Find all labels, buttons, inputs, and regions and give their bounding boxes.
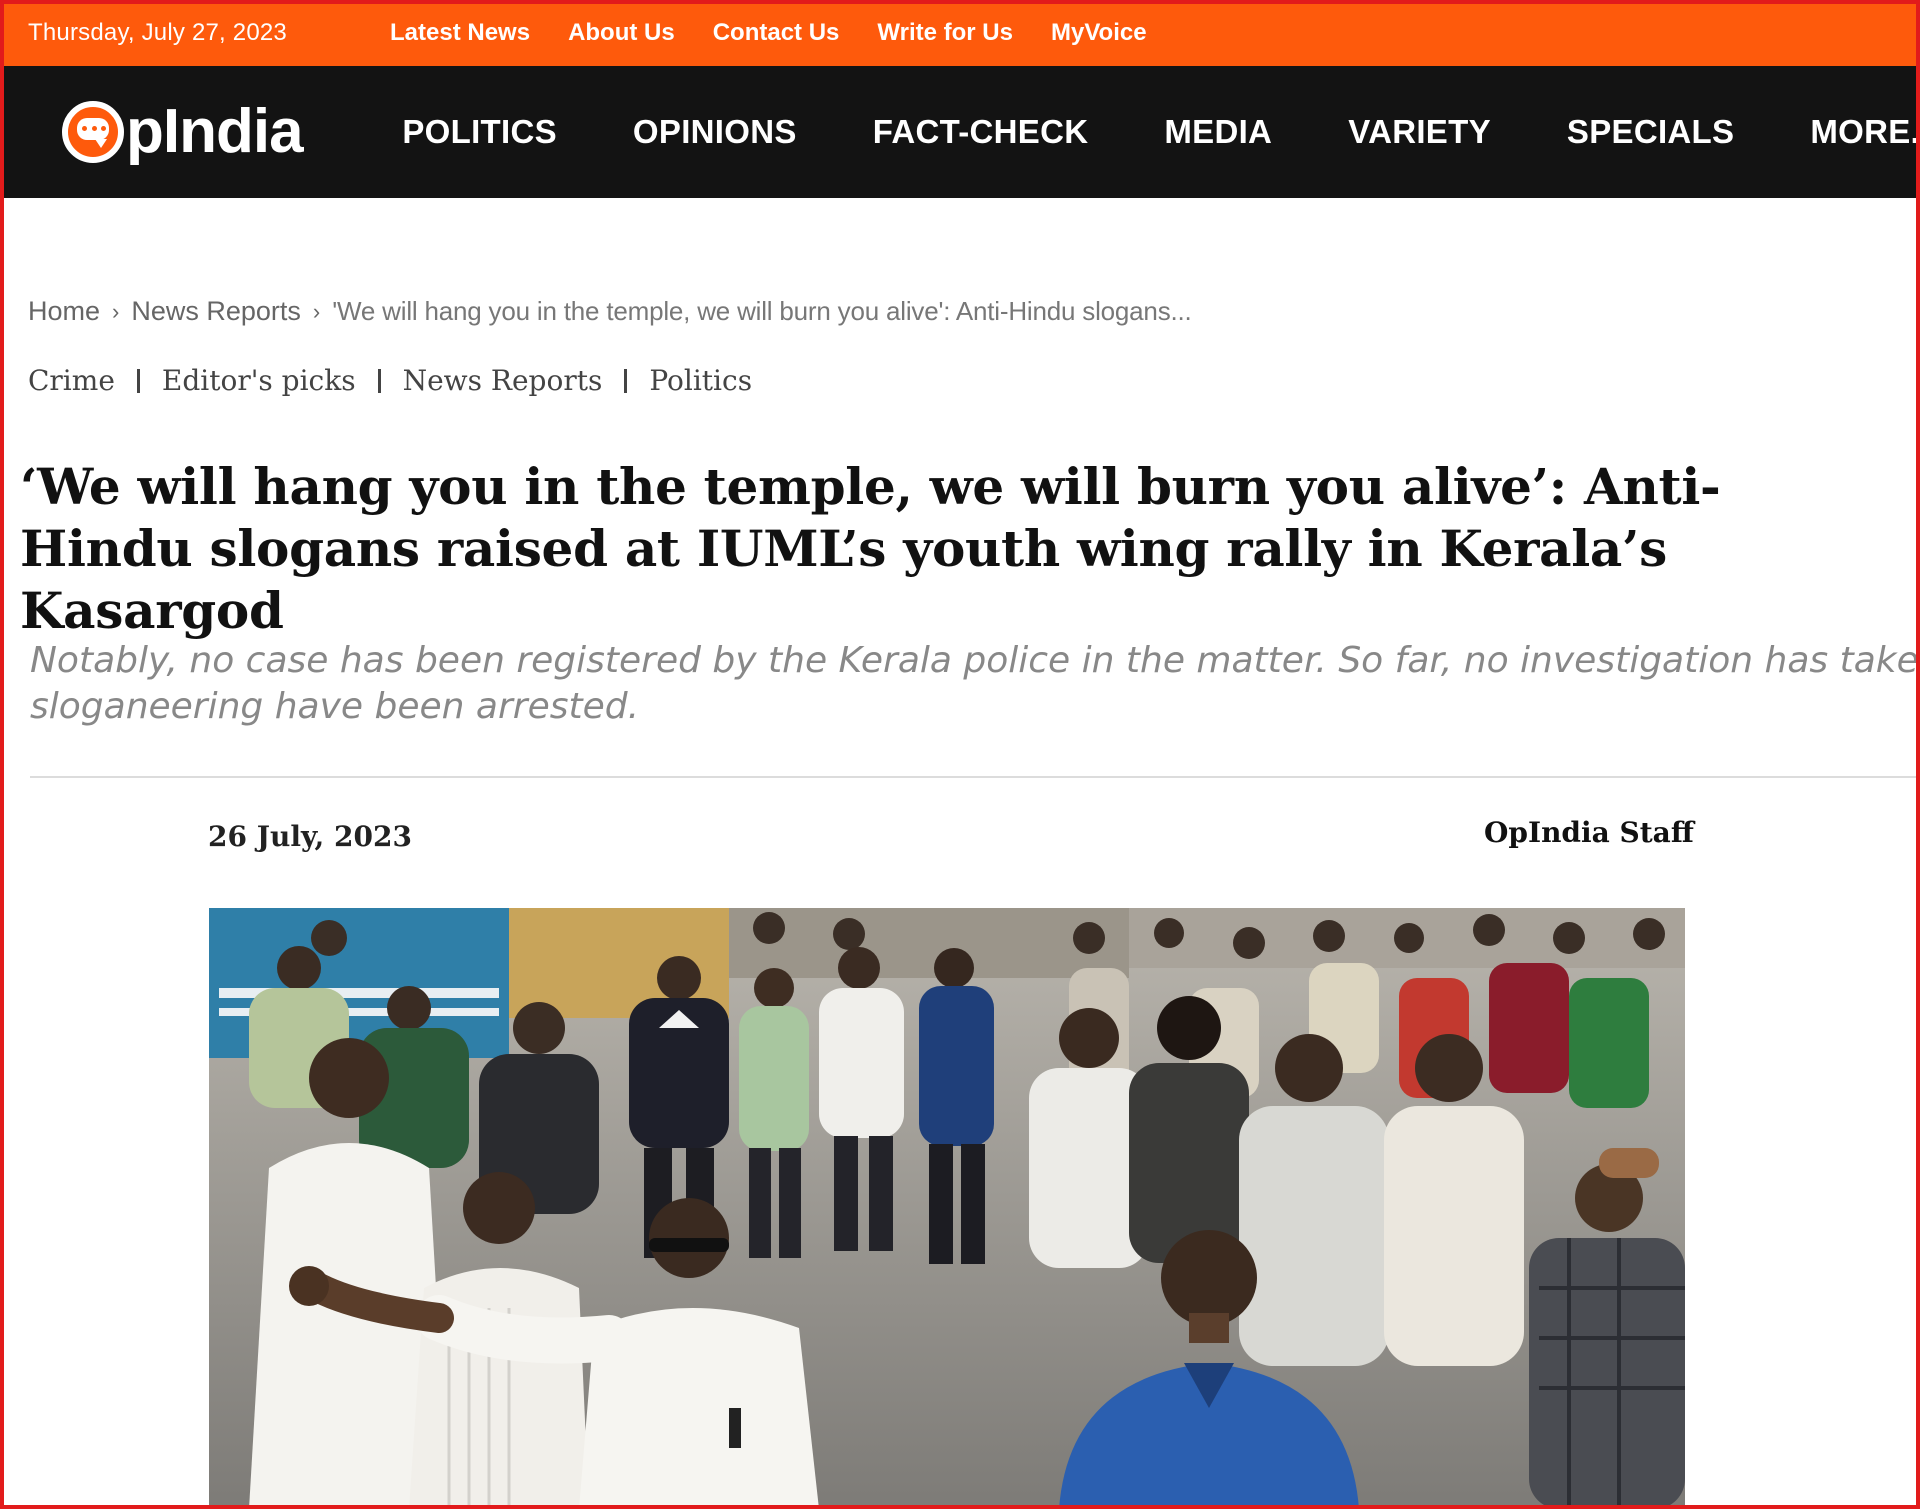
nav-item-media[interactable]: MEDIA <box>1164 113 1272 151</box>
article-date: 26 July, 2023 <box>208 820 412 853</box>
top-link-contact-us[interactable]: Contact Us <box>713 19 840 47</box>
nav-item-fact-check[interactable]: FACT-CHECK <box>873 113 1089 151</box>
top-link-about-us[interactable]: About Us <box>568 19 675 47</box>
nav-item-more[interactable]: MORE. <box>1810 113 1920 151</box>
breadcrumb-current: 'We will hang you in the temple, we will… <box>332 296 1192 326</box>
article-excerpt: Notably, no case has been registered by … <box>30 638 1920 730</box>
category-news-reports[interactable]: News Reports <box>403 364 603 397</box>
category-tags: Crime Editor's picks News Reports Politi… <box>28 364 752 397</box>
site-logo[interactable]: pIndia <box>62 101 402 163</box>
divider <box>377 368 381 393</box>
excerpt-line-1: Notably, no case has been registered by … <box>30 640 1920 681</box>
category-politics[interactable]: Politics <box>649 364 752 397</box>
breadcrumb: Home › News Reports › 'We will hang you … <box>28 296 1192 327</box>
chevron-right-icon: › <box>312 298 321 324</box>
nav-item-opinions[interactable]: OPINIONS <box>633 113 797 151</box>
featured-image <box>209 908 1685 1509</box>
main-menu: POLITICS OPINIONS FACT-CHECK MEDIA VARIE… <box>402 113 1920 151</box>
category-crime[interactable]: Crime <box>28 364 115 397</box>
top-link-myvoice[interactable]: MyVoice <box>1051 19 1147 47</box>
top-link-latest-news[interactable]: Latest News <box>390 19 530 47</box>
current-date: Thursday, July 27, 2023 <box>28 19 287 46</box>
logo-text: pIndia <box>126 97 304 166</box>
top-links: Latest News About Us Contact Us Write fo… <box>390 19 1147 47</box>
nav-item-politics[interactable]: POLITICS <box>402 113 557 151</box>
divider <box>136 368 140 393</box>
crowd-rally-photo <box>209 908 1685 1509</box>
excerpt-line-2: sloganeering have been arrested. <box>30 686 640 727</box>
nav-item-specials[interactable]: SPECIALS <box>1567 113 1734 151</box>
top-link-write-for-us[interactable]: Write for Us <box>877 19 1013 47</box>
speech-bubble-logo-icon <box>62 101 124 163</box>
category-editors-picks[interactable]: Editor's picks <box>162 364 356 397</box>
article-headline: ‘We will hang you in the temple, we will… <box>20 457 1721 640</box>
article-author[interactable]: OpIndia Staff <box>1484 816 1694 849</box>
main-navbar: pIndia POLITICS OPINIONS FACT-CHECK MEDI… <box>0 66 1920 198</box>
breadcrumb-home[interactable]: Home <box>28 296 100 327</box>
nav-item-variety[interactable]: VARIETY <box>1348 113 1491 151</box>
excerpt-container: Notably, no case has been registered by … <box>0 630 1920 740</box>
top-bar: Thursday, July 27, 2023 Latest News Abou… <box>0 0 1920 66</box>
divider-line <box>30 776 1920 778</box>
breadcrumb-news-reports[interactable]: News Reports <box>131 296 301 327</box>
divider <box>624 368 628 393</box>
chevron-right-icon: › <box>112 298 120 324</box>
